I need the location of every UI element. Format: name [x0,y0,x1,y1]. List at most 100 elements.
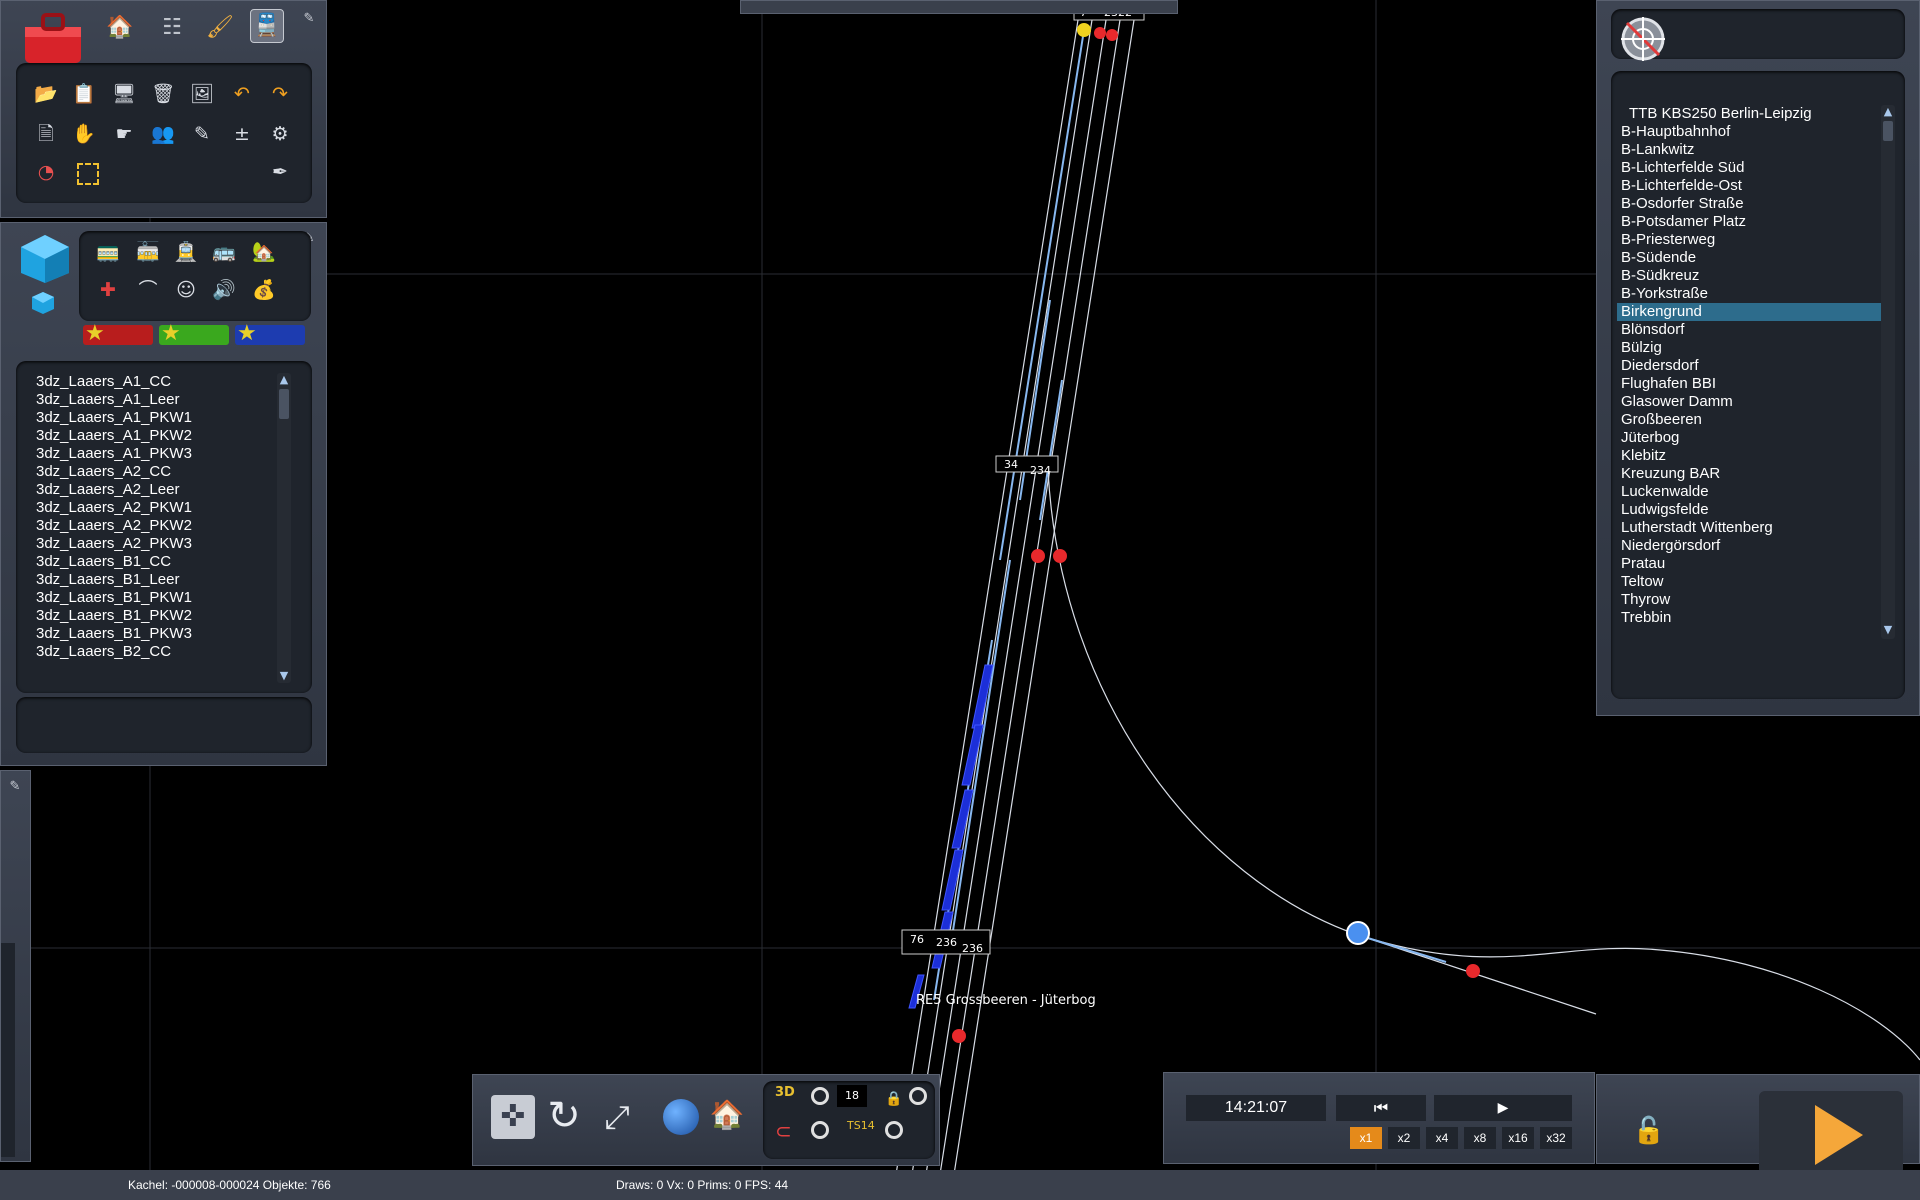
pin-icon[interactable]: ✎ [301,11,317,27]
home-view-icon[interactable]: 🏠 [709,1097,745,1133]
selected-track-node[interactable] [1346,921,1370,945]
home-icon[interactable]: 🏠 [103,11,137,45]
scroll-thumb[interactable] [279,389,289,419]
station-list-item[interactable]: Pratau [1617,555,1881,573]
station-list-item[interactable]: Jüterbog [1617,429,1881,447]
station-list-item[interactable]: Ludwigsfelde [1617,501,1881,519]
list-item[interactable]: 3dz_Laaers_A2_CC [32,463,272,481]
clipboard-icon[interactable]: 📋 [69,79,99,109]
toggle-radio-2[interactable] [909,1087,927,1105]
lock-icon[interactable]: 🔒 [885,1091,902,1107]
brush-icon[interactable]: 🖌 [203,11,237,45]
list-item[interactable]: 3dz_Laaers_A1_PKW2 [32,427,272,445]
object-list[interactable]: 3dz_Laaers_A1_CC 3dz_Laaers_A1_Leer 3dz_La… [32,373,272,661]
speed-x4-button[interactable]: x4 [1426,1127,1458,1149]
play-button[interactable]: ▶ [1434,1095,1572,1121]
list-item[interactable]: 3dz_Laaers_B1_PKW3 [32,625,272,643]
toolbox-icon[interactable] [21,9,87,67]
bus-icon[interactable]: 🚌 [209,237,239,267]
star-filter-green[interactable]: ★ [159,322,229,346]
select-rect-icon[interactable] [77,163,99,185]
station-list-item[interactable]: Glasower Damm [1617,393,1881,411]
list-item[interactable]: 3dz_Laaers_B1_CC [32,553,272,571]
list-item[interactable]: 3dz_Laaers_A1_PKW3 [32,445,272,463]
globe-icon[interactable] [663,1099,699,1135]
station-list-item[interactable]: Luckenwalde [1617,483,1881,501]
list-item[interactable]: 3dz_Laaers_A1_CC [32,373,272,391]
locomotive-icon[interactable]: 🚃 [93,237,123,267]
toggle-radio-3[interactable] [811,1121,829,1139]
expand-icon[interactable]: ⤢ [595,1095,639,1139]
speed-x1-button[interactable]: x1 [1350,1127,1382,1149]
station-list-item[interactable]: B-Lankwitz [1617,141,1881,159]
house-icon[interactable]: 🏡 [249,237,279,267]
station-list-item[interactable]: Birkengrund [1617,303,1881,321]
object-list-scrollbar[interactable]: ▲ ▼ [277,373,291,683]
station-list-header[interactable]: TTB KBS250 Berlin-Leipzig [1617,105,1881,123]
scroll-thumb[interactable] [1883,121,1893,141]
station-list-item[interactable]: Großbeeren [1617,411,1881,429]
list-item[interactable]: 3dz_Laaers_A2_PKW3 [32,535,272,553]
scroll-up-icon[interactable]: ▲ [1881,105,1895,119]
track-icon[interactable]: ☷ [155,11,189,45]
sound-icon[interactable]: 🔊 [209,275,239,305]
list-item[interactable]: 3dz_Laaers_B1_PKW2 [32,607,272,625]
bridge-icon[interactable]: ⌒ [133,275,163,305]
figure-icon[interactable]: ☺ [171,275,201,305]
list-item[interactable]: 3dz_Laaers_A1_Leer [32,391,272,409]
cube-small-icon[interactable] [31,291,55,315]
hand-point-icon[interactable]: ✋ [69,119,99,149]
station-list[interactable]: TTB KBS250 Berlin-Leipzig B-Hauptbahnhof B… [1617,105,1881,627]
station-list-item[interactable]: B-Osdorfer Straße [1617,195,1881,213]
station-list-item[interactable]: B-Potsdamer Platz [1617,213,1881,231]
station-list-item[interactable]: Kreuzung BAR [1617,465,1881,483]
file-open-icon[interactable]: 📂 [31,79,61,109]
collapsed-side-panel[interactable]: ✎ [0,770,31,1162]
station-list-item[interactable]: B-Lichterfelde Süd [1617,159,1881,177]
station-list-item[interactable]: B-Hauptbahnhof [1617,123,1881,141]
signal-icon[interactable]: ✚ [93,275,123,305]
people-icon[interactable]: 👥 [148,119,178,149]
rewind-button[interactable]: ⏮ [1336,1095,1426,1121]
star-filter-blue[interactable]: ★ [235,322,305,346]
signal-markers[interactable] [952,23,1480,1043]
cube-large-icon[interactable] [19,233,71,285]
chart-icon[interactable]: ◔ [31,157,61,187]
toggle-radio-4[interactable] [885,1121,903,1139]
speed-x8-button[interactable]: x8 [1464,1127,1496,1149]
redo-icon[interactable]: ↷ [265,79,295,109]
badge-ts[interactable]: TS14 [847,1119,875,1132]
list-item[interactable]: 3dz_Laaers_B1_Leer [32,571,272,589]
station-list-item[interactable]: Lutherstadt Wittenberg [1617,519,1881,537]
start-button[interactable] [1759,1091,1903,1175]
station-list-item[interactable]: Blönsdorf [1617,321,1881,339]
list-item[interactable]: 3dz_Laaers_A2_PKW1 [32,499,272,517]
scroll-down-icon[interactable]: ▼ [277,669,291,683]
wagon-icon[interactable]: 🚋 [133,237,163,267]
fit-view-button[interactable]: ✜ [491,1095,535,1139]
compass-icon[interactable] [1619,15,1667,63]
scroll-up-icon[interactable]: ▲ [277,373,291,387]
unlock-icon[interactable]: 🔓 [1631,1113,1667,1149]
station-list-item[interactable]: Niedergörsdorf [1617,537,1881,555]
station-list-item[interactable]: Flughafen BBI [1617,375,1881,393]
star-filter-red[interactable]: ★ [83,322,153,346]
pin-icon[interactable]: ✎ [7,779,23,795]
station-list-item[interactable]: B-Priesterweg [1617,231,1881,249]
station-list-item[interactable]: Klebitz [1617,447,1881,465]
train-consist[interactable] [908,664,994,1009]
train-mode-icon[interactable]: 🚆 [250,9,284,43]
list-item[interactable]: 3dz_Laaers_B1_PKW1 [32,589,272,607]
hand-pointer-icon[interactable]: ☛ [109,119,139,149]
station-list-item[interactable]: B-Lichterfelde-Ost [1617,177,1881,195]
station-list-item[interactable]: Bülzig [1617,339,1881,357]
station-list-item[interactable]: B-Südende [1617,249,1881,267]
toggle-radio-1[interactable] [811,1087,829,1105]
station-list-item[interactable]: B-Südkreuz [1617,267,1881,285]
tram-icon[interactable]: 🚊 [171,237,201,267]
undo-icon[interactable]: ↶ [227,79,257,109]
station-list-scrollbar[interactable]: ▲ ▼ [1881,105,1895,639]
scroll-down-icon[interactable]: ▼ [1881,623,1895,637]
settings-icon[interactable]: ⚙ [265,119,295,149]
speed-x16-button[interactable]: x16 [1502,1127,1534,1149]
